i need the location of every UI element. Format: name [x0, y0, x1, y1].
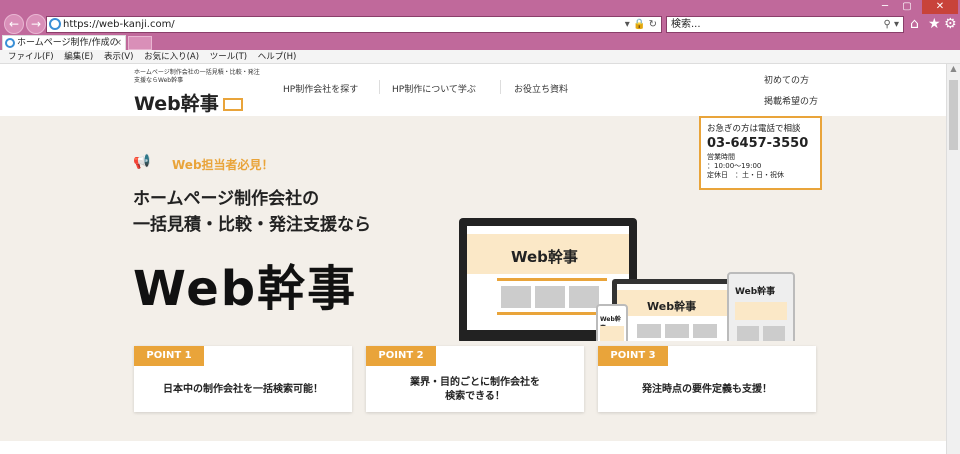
point-text: 日本中の制作会社を一括検索可能！	[163, 384, 323, 395]
site-header: ホームページ制作会社の一括見積・比較・発注支援ならWeb幹事 Web幹事 HP制…	[0, 64, 946, 116]
close-window-button[interactable]: ✕	[922, 0, 958, 14]
megaphone-icon: 📢	[133, 154, 151, 170]
nav-divider	[379, 80, 380, 94]
site-logo[interactable]: Web幹事	[134, 89, 243, 116]
hero-logo: Web幹事	[133, 261, 358, 317]
point-label: POINT 3	[598, 346, 668, 366]
mock-bar	[497, 278, 607, 281]
scrollbar-thumb[interactable]	[949, 80, 958, 150]
search-placeholder: 検索...	[671, 19, 701, 30]
search-icon[interactable]: ⚲ ▾	[883, 17, 899, 32]
vertical-scrollbar[interactable]: ▲	[946, 64, 960, 454]
nav-find-companies[interactable]: HP制作会社を探す	[283, 82, 358, 95]
tab-close-icon[interactable]: ×	[114, 36, 122, 51]
maximize-button[interactable]: ▢	[898, 0, 916, 14]
nav-resources[interactable]: お役立ち資料	[514, 82, 568, 95]
menu-edit[interactable]: 編集(E)	[64, 52, 93, 62]
address-tools-icon[interactable]: ▾ 🔒 ↻	[625, 17, 657, 32]
business-hours: ：10:00〜19:00	[707, 162, 762, 170]
page-bottom	[0, 441, 946, 454]
menu-view[interactable]: 表示(V)	[104, 52, 133, 62]
scroll-up-icon[interactable]: ▲	[947, 64, 960, 77]
point-card-1: POINT 1 日本中の制作会社を一括検索可能！	[134, 346, 352, 412]
business-hours-label: 営業時間	[707, 153, 735, 161]
forward-button[interactable]: →	[26, 14, 46, 34]
search-input[interactable]: 検索... ⚲ ▾	[666, 16, 904, 33]
monitor-icon	[222, 98, 243, 111]
mock-block	[693, 324, 717, 338]
mock-logo: Web幹事	[735, 287, 776, 297]
home-icon[interactable]: ⌂	[910, 16, 919, 32]
mock-logo: Web幹事	[511, 248, 578, 266]
nav-divider	[500, 80, 501, 94]
mock-block	[569, 286, 599, 308]
back-button[interactable]: ←	[4, 14, 24, 34]
site-logo-text: Web幹事	[134, 93, 219, 115]
point-card-3: POINT 3 発注時点の要件定義も支援！	[598, 346, 816, 412]
call-title: お急ぎの方は電話で相談	[707, 124, 801, 134]
hero-badge: Web担当者必見！	[172, 158, 274, 172]
ie-page-icon	[49, 18, 61, 30]
mock-block	[735, 302, 787, 320]
phone-contact-box: お急ぎの方は電話で相談 03-6457-3550 営業時間 ：10:00〜19:…	[699, 116, 822, 190]
url-text: https://web-kanji.com/	[63, 19, 175, 30]
menu-file[interactable]: ファイル(F)	[8, 52, 54, 62]
browser-chrome: ─ ▢ ✕ ← → https://web-kanji.com/ ▾ 🔒 ↻ 検…	[0, 0, 960, 63]
point-text: 発注時点の要件定義も支援！	[642, 384, 772, 395]
mock-block	[763, 326, 785, 342]
point-text: 業界・目的ごとに制作会社を 検索できる！	[410, 377, 540, 402]
address-bar[interactable]: https://web-kanji.com/ ▾ 🔒 ↻	[46, 16, 662, 33]
new-tab-button[interactable]	[128, 36, 152, 50]
page-viewport: ホームページ制作会社の一括見積・比較・発注支援ならWeb幹事 Web幹事 HP制…	[0, 64, 946, 454]
phone-number[interactable]: 03-6457-3550	[707, 136, 814, 151]
point-label: POINT 1	[134, 346, 204, 366]
closed-days: 定休日 ：土・日・祝休	[707, 171, 784, 179]
menu-tools[interactable]: ツール(T)	[210, 52, 247, 62]
link-listing[interactable]: 掲載希望の方	[764, 94, 818, 107]
mock-block	[737, 326, 759, 342]
mock-bar	[497, 312, 607, 315]
link-first-time[interactable]: 初めての方	[764, 73, 809, 86]
mock-logo: Web幹事	[647, 300, 697, 313]
nav-learn[interactable]: HP制作について学ぶ	[392, 82, 476, 95]
mock-block	[501, 286, 531, 308]
hero-headline-1: ホームページ制作会社の	[133, 189, 320, 209]
mock-block	[665, 324, 689, 338]
mock-block	[535, 286, 565, 308]
minimize-button[interactable]: ─	[876, 0, 894, 14]
menu-favorites[interactable]: お気に入り(A)	[144, 52, 199, 62]
point-card-2: POINT 2 業界・目的ごとに制作会社を 検索できる！	[366, 346, 584, 412]
ie-tab-icon	[5, 38, 15, 48]
site-tagline: ホームページ制作会社の一括見積・比較・発注支援ならWeb幹事	[134, 69, 260, 84]
tab-active[interactable]: ホームページ制作/作成の見... ×	[2, 35, 126, 63]
hero-headline-2: 一括見積・比較・発注支援なら	[133, 215, 371, 235]
point-label: POINT 2	[366, 346, 436, 366]
gear-icon[interactable]: ⚙	[944, 16, 957, 32]
favorites-star-icon[interactable]: ★	[928, 16, 941, 32]
menu-bar: ファイル(F) 編集(E) 表示(V) お気に入り(A) ツール(T) ヘルプ(…	[0, 50, 960, 64]
mock-block	[637, 324, 661, 338]
menu-help[interactable]: ヘルプ(H)	[258, 52, 297, 62]
